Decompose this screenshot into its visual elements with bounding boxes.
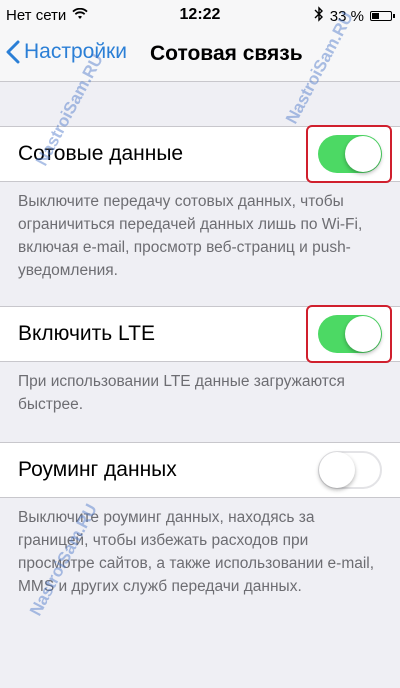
- chevron-left-icon: [6, 40, 20, 64]
- battery-icon: [370, 11, 395, 21]
- back-label: Настройки: [24, 40, 127, 63]
- lte-footer: При использовании LTE данные загружаются…: [18, 373, 345, 413]
- roaming-row: Роуминг данных: [0, 442, 400, 498]
- bluetooth-icon: [314, 6, 324, 26]
- cellular-data-footer: Выключите передачу сотовых данных, чтобы…: [18, 193, 363, 279]
- highlight-frame: [306, 125, 392, 183]
- highlight-frame: [306, 305, 392, 363]
- back-button[interactable]: Настройки: [6, 40, 127, 64]
- lte-label: Включить LTE: [18, 322, 155, 345]
- page-title: Сотовая связь: [150, 42, 303, 65]
- roaming-toggle[interactable]: [318, 451, 382, 489]
- lte-row: Включить LTE: [0, 305, 400, 363]
- toggle-knob: [319, 452, 355, 488]
- roaming-label: Роуминг данных: [18, 458, 177, 481]
